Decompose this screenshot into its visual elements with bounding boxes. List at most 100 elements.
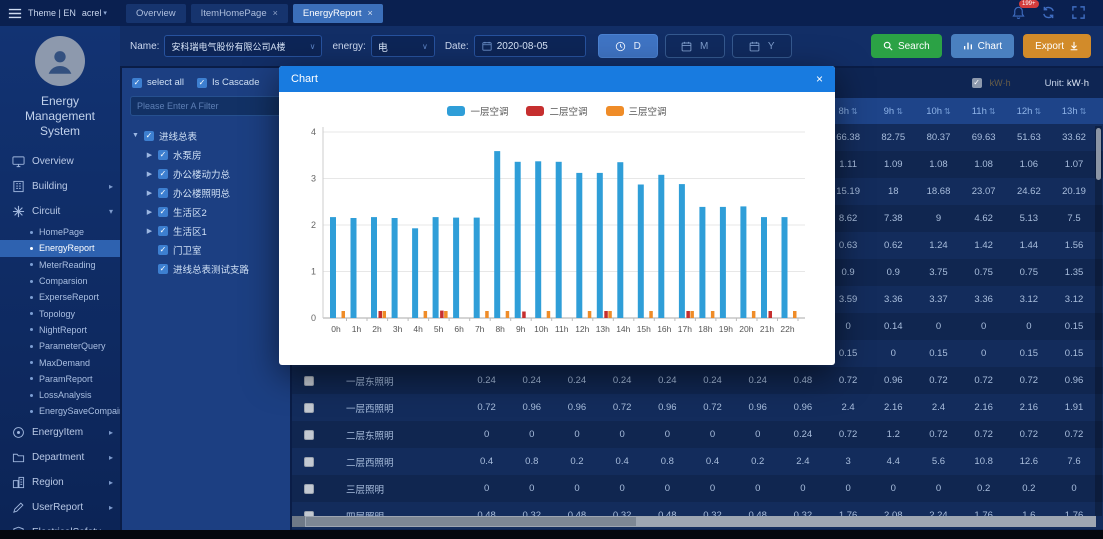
sidebar-subitem-homepage[interactable]: HomePage <box>0 224 120 240</box>
tree-node-checkbox[interactable]: ✓ <box>158 169 168 179</box>
energy-select[interactable]: 电 ∨ <box>371 35 435 57</box>
sort-icon[interactable]: ⇅ <box>1080 107 1087 116</box>
header-col-11h[interactable]: 11h⇅ <box>961 106 1006 117</box>
sidebar-subitem-lossanalysis[interactable]: LossAnalysis <box>0 387 120 403</box>
search-button[interactable]: Search <box>871 34 942 58</box>
tab-overview[interactable]: Overview <box>126 4 186 23</box>
tab-close-icon[interactable]: × <box>273 8 278 18</box>
tree-node-checkbox[interactable]: ✓ <box>158 188 168 198</box>
tree-caret-icon[interactable]: ▼ <box>132 132 139 139</box>
tab-energyreport[interactable]: EnergyReport× <box>293 4 383 23</box>
tree-node-child-2[interactable]: ▶✓办公楼照明总 <box>122 183 290 202</box>
sort-icon[interactable]: ⇅ <box>1034 107 1041 116</box>
tree-caret-icon[interactable]: ▶ <box>146 189 153 197</box>
fullscreen-icon[interactable] <box>1071 5 1087 21</box>
tree-caret-icon[interactable]: ▶ <box>146 208 153 216</box>
chart-area: 012340h1h2h3h4h5h6h7h8h9h10h11h12h13h14h… <box>293 122 835 350</box>
tree-node-checkbox[interactable]: ✓ <box>158 207 168 217</box>
tab-itemhomepage[interactable]: ItemHomePage× <box>191 4 288 23</box>
header-col-13h[interactable]: 13h⇅ <box>1051 106 1096 117</box>
tree-node-checkbox[interactable]: ✓ <box>158 226 168 236</box>
horizontal-scrollbar[interactable] <box>292 516 1096 527</box>
vertical-scrollbar-thumb[interactable] <box>1096 128 1101 180</box>
legend-item[interactable]: 二层空调 <box>526 104 587 118</box>
app-window: Theme | EN acrel ▾ Overview ItemHomePage×… <box>0 0 1103 539</box>
row-checkbox[interactable] <box>304 457 314 467</box>
cell-4h: 0.96 <box>645 402 690 413</box>
toolbar-checkbox[interactable]: ✓ <box>972 78 982 88</box>
select-all-checkbox[interactable]: ✓ <box>132 78 142 88</box>
sidebar-item-building[interactable]: Building▸ <box>0 174 120 199</box>
svg-text:18h: 18h <box>698 324 712 334</box>
tree-caret-icon[interactable]: ▶ <box>146 151 153 159</box>
refresh-icon[interactable] <box>1041 5 1057 21</box>
header-col-12h[interactable]: 12h⇅ <box>1006 106 1051 117</box>
theme-language-toggle[interactable]: Theme | EN <box>28 8 76 18</box>
tree-node-child-5[interactable]: ✓门卫室 <box>122 240 290 259</box>
sidebar-item-circuit[interactable]: Circuit▾ <box>0 199 120 224</box>
sidebar-subitem-parameterquery[interactable]: ParameterQuery <box>0 338 120 354</box>
sort-icon[interactable]: ⇅ <box>896 107 903 116</box>
user-menu[interactable]: acrel ▾ <box>82 8 107 18</box>
sidebar-item-electricalsafety[interactable]: ElectricalSafety▸ <box>0 520 120 530</box>
tree-node-child-0[interactable]: ▶✓水泵房 <box>122 145 290 164</box>
sidebar-item-region[interactable]: Region▸ <box>0 470 120 495</box>
sidebar-item-energyitem[interactable]: EnergyItem▸ <box>0 420 120 445</box>
period-button-d[interactable]: D <box>598 34 658 58</box>
sidebar-subitem-energyreport[interactable]: EnergyReport <box>0 240 120 256</box>
row-checkbox[interactable] <box>304 376 314 386</box>
header-col-10h[interactable]: 10h⇅ <box>916 106 961 117</box>
tree-node-child-1[interactable]: ▶✓办公楼动力总 <box>122 164 290 183</box>
sidebar-item-department[interactable]: Department▸ <box>0 445 120 470</box>
sidebar-subitem-comparsion[interactable]: Comparsion <box>0 273 120 289</box>
chevron-icon: ▸ <box>109 428 113 437</box>
header-col-9h[interactable]: 9h⇅ <box>871 106 916 117</box>
sidebar-subitem-energysavecompaire[interactable]: EnergySaveCompaire <box>0 403 120 419</box>
sort-icon[interactable]: ⇅ <box>989 107 996 116</box>
export-button[interactable]: Export <box>1023 34 1091 58</box>
sidebar-subitem-expersereport[interactable]: ExperseReport <box>0 289 120 305</box>
is-cascade-checkbox[interactable]: ✓ <box>197 78 207 88</box>
close-icon[interactable]: × <box>816 72 823 86</box>
legend-item[interactable]: 一层空调 <box>447 104 508 118</box>
period-button-m[interactable]: M <box>665 34 725 58</box>
tree-node-label: 生活区2 <box>173 205 207 219</box>
tree-node-checkbox[interactable]: ✓ <box>158 150 168 160</box>
sidebar-subitem-maxdemand[interactable]: MaxDemand <box>0 354 120 370</box>
tree-node-root[interactable]: ▼✓进线总表 <box>122 126 290 145</box>
tree-node-child-6[interactable]: ✓进线总表测试支路 <box>122 259 290 278</box>
tree-caret-icon[interactable]: ▶ <box>146 170 153 178</box>
tree-caret-icon[interactable]: ▶ <box>146 227 153 235</box>
legend-item[interactable]: 三层空调 <box>606 104 667 118</box>
tree-node-child-4[interactable]: ▶✓生活区1 <box>122 221 290 240</box>
row-checkbox[interactable] <box>304 484 314 494</box>
tab-close-icon[interactable]: × <box>368 8 373 18</box>
tree-node-checkbox[interactable]: ✓ <box>158 264 168 274</box>
cell-0h: 0 <box>464 429 509 440</box>
sidebar-subitem-topology[interactable]: Topology <box>0 305 120 321</box>
tree-node-checkbox[interactable]: ✓ <box>144 131 154 141</box>
period-button-y[interactable]: Y <box>732 34 792 58</box>
svg-text:6h: 6h <box>454 324 464 334</box>
sidebar-subitem-meterreading[interactable]: MeterReading <box>0 257 120 273</box>
notification-bell-icon[interactable]: 199+ <box>1011 5 1027 21</box>
sort-icon[interactable]: ⇅ <box>851 107 858 116</box>
sidebar-subitem-paramreport[interactable]: ParamReport <box>0 371 120 387</box>
tree-filter-input[interactable]: Please Enter A Filter <box>130 96 282 116</box>
sort-icon[interactable]: ⇅ <box>944 107 951 116</box>
cell-5h: 0.72 <box>690 402 735 413</box>
cell-10h: 18.68 <box>916 186 961 197</box>
tree-node-checkbox[interactable]: ✓ <box>158 245 168 255</box>
date-picker[interactable]: 2020-08-05 <box>474 35 586 57</box>
sidebar-subitem-nightreport[interactable]: NightReport <box>0 322 120 338</box>
horizontal-scrollbar-thumb[interactable] <box>306 517 636 526</box>
chart-button[interactable]: Chart <box>951 34 1014 58</box>
name-select[interactable]: 安科瑞电气股份有限公司A楼 ∨ <box>164 35 322 57</box>
row-checkbox[interactable] <box>304 430 314 440</box>
sidebar-item-overview[interactable]: Overview <box>0 149 120 174</box>
row-checkbox[interactable] <box>304 403 314 413</box>
tree-node-child-3[interactable]: ▶ ✓ 生活区2 <box>122 202 290 221</box>
vertical-scrollbar[interactable] <box>1095 126 1102 516</box>
hamburger-menu-icon[interactable] <box>8 8 22 19</box>
sidebar-item-userreport[interactable]: UserReport▸ <box>0 495 120 520</box>
